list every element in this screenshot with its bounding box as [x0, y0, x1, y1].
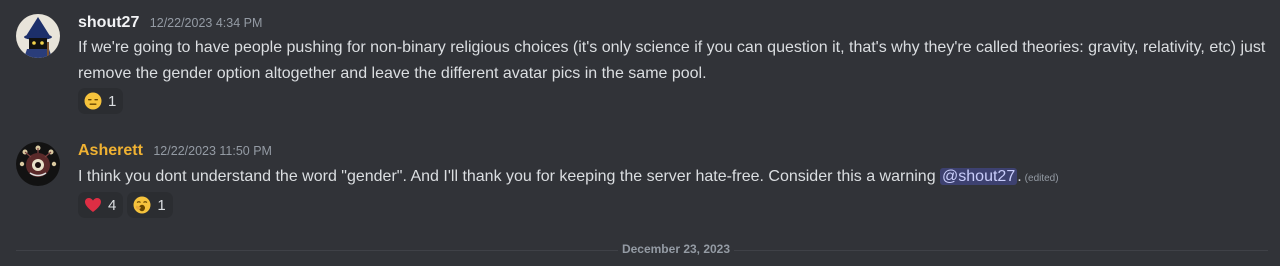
date-divider-label: December 23, 2023: [617, 242, 735, 256]
timestamp: 12/22/2023 11:50 PM: [153, 144, 272, 158]
reaction-count: 1: [157, 196, 166, 214]
timestamp: 12/22/2023 4:34 PM: [149, 16, 263, 30]
date-divider: December 23, 2023: [0, 242, 1280, 256]
expressionless-face-icon: [84, 92, 102, 110]
reaction-bar: 4 1: [78, 192, 173, 218]
message-text-end: .: [1017, 168, 1022, 185]
message-text: I think you dont understand the word "ge…: [78, 168, 941, 185]
avatar-asherett[interactable]: [16, 142, 60, 186]
avatar-beholder-icon: [16, 142, 60, 186]
reaction-count: 1: [108, 92, 117, 110]
edited-label: (edited): [1024, 173, 1059, 184]
username[interactable]: Asherett: [78, 142, 143, 159]
reaction-expressionless[interactable]: 1: [78, 88, 124, 114]
reaction-red-heart[interactable]: 4: [78, 192, 124, 218]
message-header: shout27 12/22/2023 4:34 PM: [78, 14, 262, 36]
reaction-count: 4: [108, 196, 117, 214]
yawning-face-icon: [133, 196, 151, 214]
avatar-shout27[interactable]: [16, 14, 60, 58]
reaction-yawning[interactable]: 1: [127, 192, 173, 218]
username[interactable]: shout27: [78, 14, 139, 31]
reaction-bar: 1: [78, 88, 124, 114]
avatar-black-mage-icon: [16, 14, 60, 58]
message-header: Asherett 12/22/2023 11:50 PM: [78, 142, 272, 164]
message-content: If we're going to have people pushing fo…: [78, 39, 1266, 82]
user-mention[interactable]: @shout27: [940, 168, 1018, 185]
red-heart-icon: [85, 198, 101, 212]
message-content: I think you dont understand the word "ge…: [78, 164, 1274, 192]
